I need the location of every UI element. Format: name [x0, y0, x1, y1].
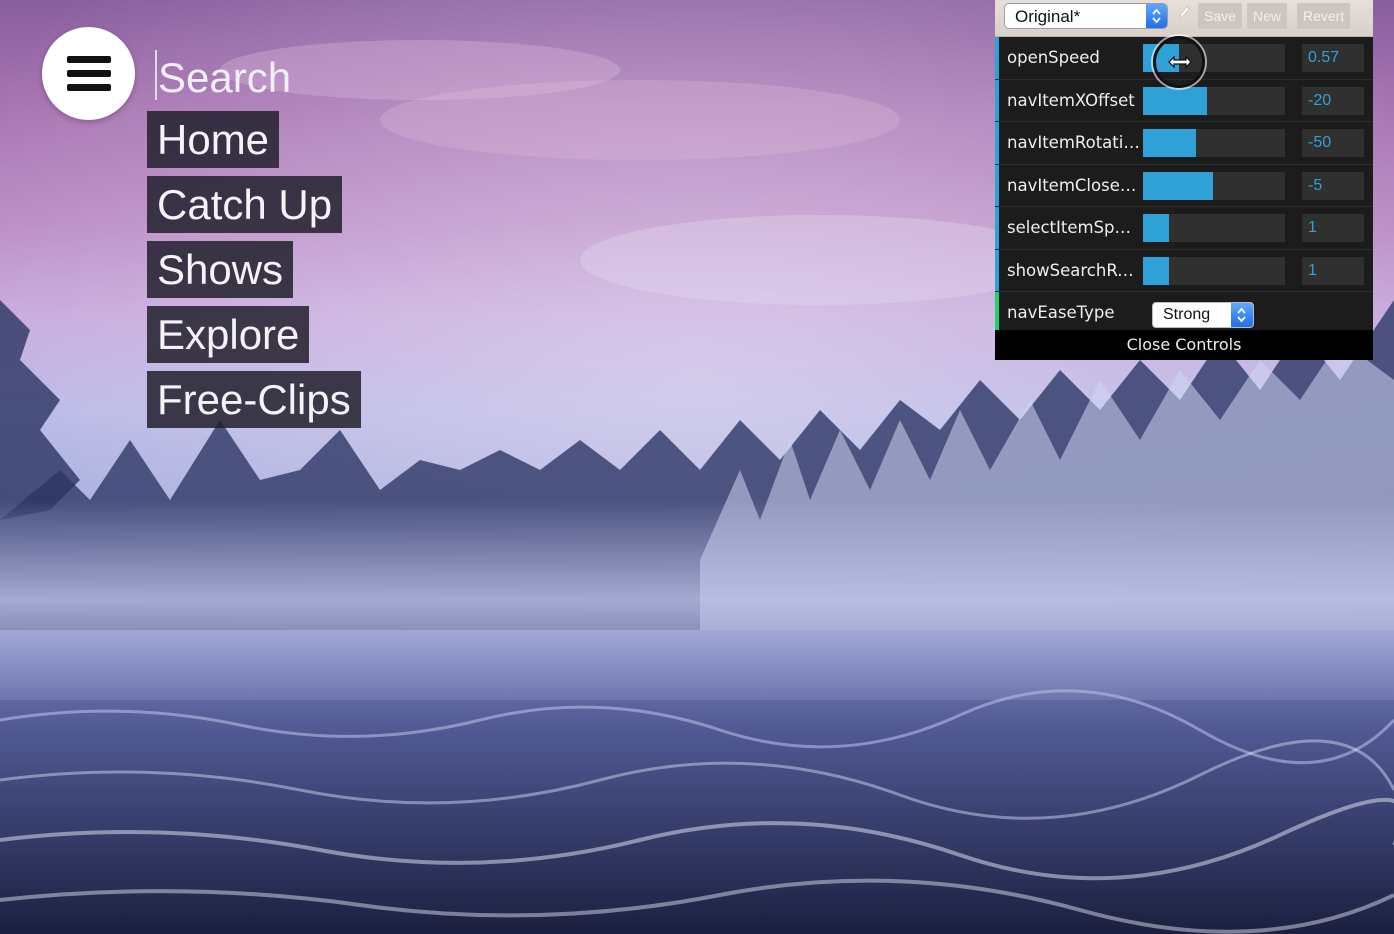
slider-fill: [1143, 171, 1213, 200]
row-accent: [995, 79, 999, 121]
control-label: showSearchRes..: [1007, 260, 1141, 280]
panel-toolbar: Original* Save New Revert: [995, 0, 1373, 37]
row-accent: [995, 249, 999, 291]
nav-list: Home Catch Up Shows Explore Free-Clips: [147, 111, 361, 436]
nav-item-close-delay-slider[interactable]: [1143, 171, 1285, 200]
save-button[interactable]: Save: [1198, 3, 1242, 29]
row-accent: [995, 122, 999, 164]
pencil-icon[interactable]: [1178, 6, 1190, 20]
menu-button[interactable]: [42, 27, 135, 120]
control-label: navEaseType: [1007, 303, 1115, 322]
control-label: selectItemSpeed: [1007, 218, 1141, 237]
nav-item-rotation-input[interactable]: [1302, 129, 1364, 157]
control-row-nav-item-rotation: navItemRotation: [995, 122, 1373, 165]
control-row-nav-ease-type: navEaseType Strong: [995, 292, 1373, 335]
select-arrows-icon: [1231, 303, 1253, 327]
control-row-select-item-speed: selectItemSpeed: [995, 207, 1373, 250]
nav-item-free-clips[interactable]: Free-Clips: [147, 371, 361, 428]
new-button[interactable]: New: [1247, 3, 1288, 29]
preset-select[interactable]: Original*: [1004, 3, 1168, 29]
open-speed-input[interactable]: [1302, 44, 1364, 72]
row-accent: [995, 207, 999, 249]
control-label: navItemRotation: [1007, 133, 1141, 152]
nav-item-close-delay-input[interactable]: [1302, 171, 1364, 200]
control-label: navItemCloseD..: [1007, 175, 1141, 195]
nav-ease-type-select[interactable]: Strong: [1152, 302, 1254, 328]
nav-item-x-offset-slider[interactable]: [1143, 86, 1285, 115]
select-arrows-icon: [1146, 4, 1167, 28]
control-label: navItemXOffset: [1007, 90, 1135, 110]
slider-fill: [1143, 256, 1169, 285]
nav-item-shows[interactable]: Shows: [147, 241, 294, 298]
text-caret: [155, 50, 157, 100]
row-accent: [995, 164, 999, 206]
search-input[interactable]: [158, 52, 418, 104]
ease-select-value: Strong: [1163, 306, 1211, 323]
preset-select-value: Original*: [1015, 7, 1081, 26]
resize-horizontal-cursor-icon: [1153, 36, 1205, 88]
hamburger-menu-icon: [67, 56, 111, 91]
slider-fill: [1143, 129, 1196, 157]
nav-item-x-offset-input[interactable]: [1302, 86, 1364, 115]
select-item-speed-slider[interactable]: [1143, 214, 1285, 242]
row-accent: [995, 292, 999, 334]
control-row-show-search-results: showSearchRes..: [995, 249, 1373, 292]
revert-button[interactable]: Revert: [1297, 3, 1351, 29]
control-row-nav-item-close-delay: navItemCloseD..: [995, 164, 1373, 207]
show-search-results-slider[interactable]: [1143, 256, 1285, 285]
nav-item-rotation-slider[interactable]: [1143, 129, 1285, 157]
close-controls-button[interactable]: Close Controls: [995, 330, 1373, 360]
nav-item-home[interactable]: Home: [147, 111, 280, 168]
nav-item-catch-up[interactable]: Catch Up: [147, 176, 343, 233]
nav-item-explore[interactable]: Explore: [147, 306, 310, 363]
slider-fill: [1143, 86, 1207, 115]
row-accent: [995, 37, 999, 79]
select-item-speed-input[interactable]: [1302, 214, 1364, 242]
show-search-results-input[interactable]: [1302, 256, 1364, 285]
control-label: openSpeed: [1007, 48, 1100, 67]
slider-fill: [1143, 214, 1169, 242]
